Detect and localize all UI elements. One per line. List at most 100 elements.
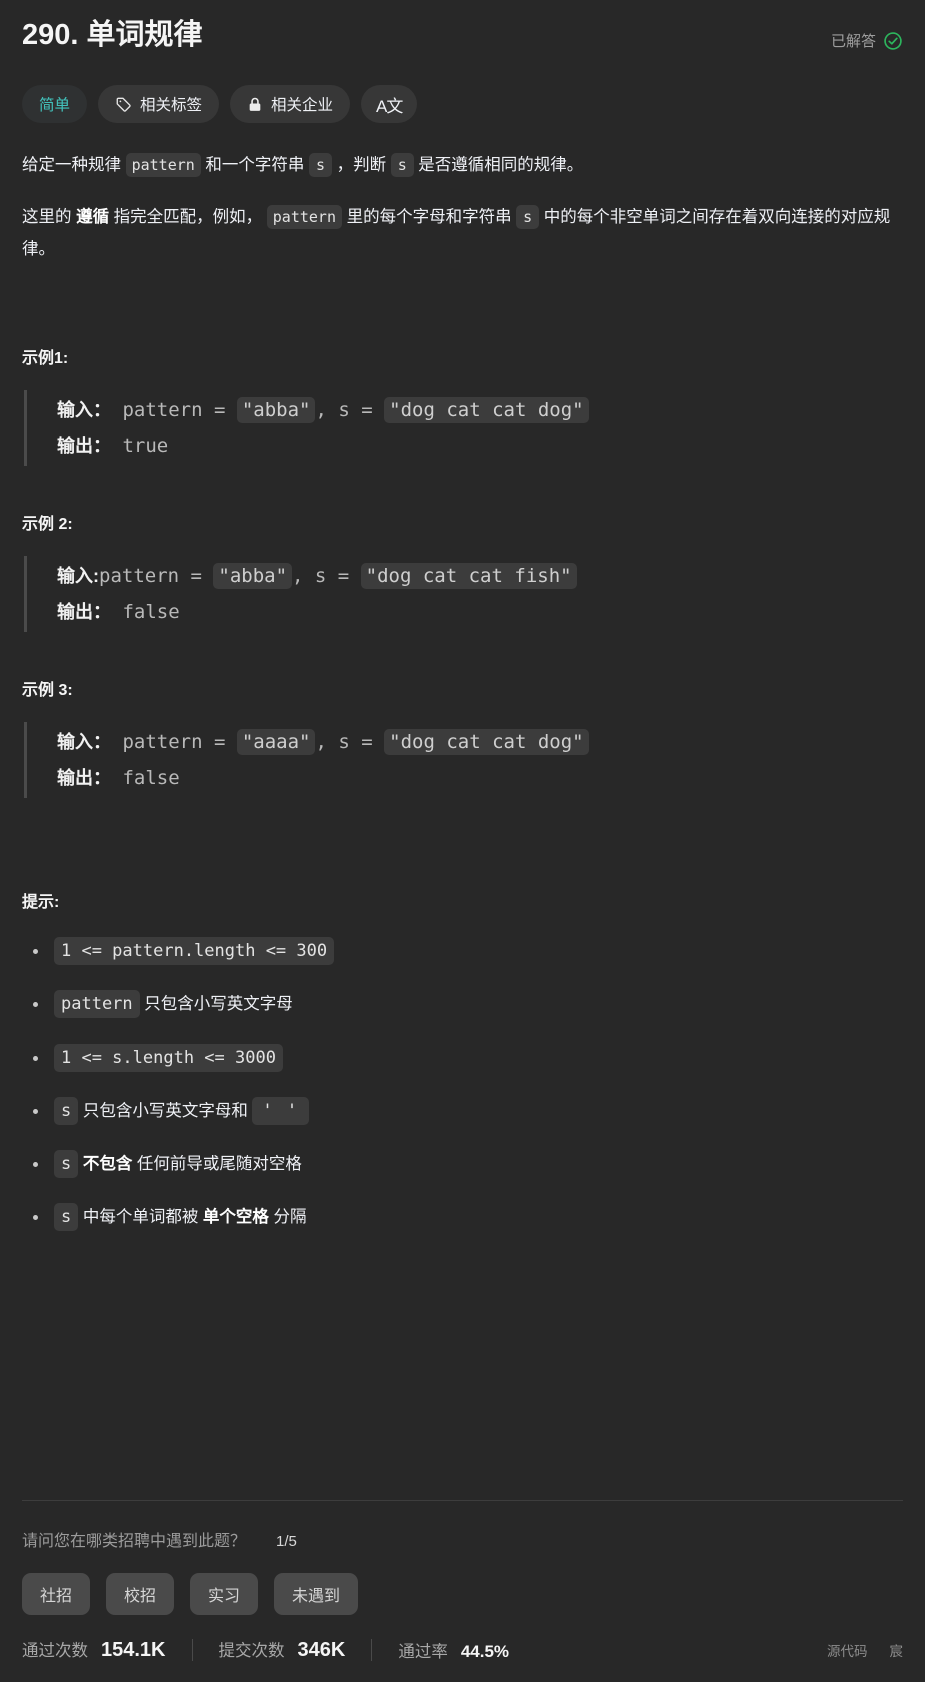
- example-block: 输入： pattern = "aaaa", s = "dog cat cat d…: [24, 722, 903, 799]
- problem-page: 290. 单词规律 已解答 简单 相关标签 相关企业 A文 给定一种规律 pat…: [0, 0, 925, 1682]
- input-mid: , s =: [315, 398, 385, 421]
- desc-text: ，判断: [332, 156, 391, 175]
- lock-icon: [247, 96, 263, 113]
- hint-text: 只包含小写英文字母和: [78, 1101, 253, 1120]
- input-label: 输入：: [57, 732, 111, 753]
- list-item: s 只包含小写英文字母和 ' ': [22, 1096, 903, 1125]
- example-block: 输入:pattern = "abba", s = "dog cat cat fi…: [24, 555, 903, 633]
- stat-accepted[interactable]: 通过次数 154.1K: [22, 1637, 166, 1662]
- difficulty-pill[interactable]: 简单: [22, 85, 88, 124]
- hint-code: s: [54, 1096, 79, 1125]
- separator: [371, 1638, 373, 1661]
- input-mid: , s =: [292, 564, 361, 587]
- survey-option-shixi[interactable]: 实习: [190, 1573, 259, 1615]
- survey-option-shezhao[interactable]: 社招: [22, 1573, 91, 1615]
- footer-stats: 通过次数 154.1K 提交次数 346K 通过率 44.5% 源代码 宸: [0, 1615, 925, 1682]
- hint-tail: 分隔: [268, 1208, 307, 1227]
- output-value: true: [111, 434, 169, 457]
- stat-label: 通过率: [398, 1642, 448, 1661]
- desc-text: 和一个字符串: [200, 156, 309, 175]
- footer-right: 源代码 宸: [827, 1640, 903, 1660]
- hint-bold: 不包含: [82, 1154, 133, 1173]
- example-output-line: 输出： false: [57, 594, 903, 630]
- survey-question-row: 请问您在哪类招聘中遇到此题？ 1/5: [22, 1527, 903, 1551]
- survey-options: 社招 校招 实习 未遇到: [22, 1573, 903, 1615]
- related-topics-label: 相关标签: [140, 97, 203, 115]
- input-pre: pattern =: [111, 731, 237, 754]
- stat-submissions[interactable]: 提交次数 346K: [219, 1637, 346, 1662]
- input-code-s: "dog cat cat dog": [384, 396, 589, 423]
- separator: [191, 1638, 193, 1661]
- list-item: s 中每个单词都被 单个空格 分隔: [22, 1203, 903, 1232]
- desc-text: 指完全匹配，例如，: [109, 208, 267, 227]
- output-label: 输出：: [57, 768, 111, 789]
- input-code-pattern: "abba": [213, 562, 293, 589]
- stat-value: 44.5%: [460, 1641, 510, 1661]
- stat-label: 通过次数: [22, 1642, 88, 1660]
- survey-section: 请问您在哪类招聘中遇到此题？ 1/5 社招 校招 实习 未遇到: [0, 1501, 925, 1615]
- input-mid: , s =: [315, 731, 385, 754]
- inline-code-pattern: pattern: [125, 153, 201, 178]
- title-row: 290. 单词规律 已解答: [22, 0, 903, 55]
- example-heading: 示例1:: [22, 349, 69, 367]
- hint-code: 1 <= s.length <= 3000: [54, 1043, 283, 1072]
- survey-option-weiyudao[interactable]: 未遇到: [274, 1573, 359, 1615]
- input-code-pattern: "aaaa": [236, 729, 316, 756]
- stat-acceptance-rate[interactable]: 通过率 44.5%: [398, 1638, 509, 1662]
- related-topics-pill[interactable]: 相关标签: [98, 85, 220, 124]
- desc-text: 给定一种规律: [22, 156, 126, 175]
- list-item: pattern 只包含小写英文字母: [22, 990, 903, 1019]
- survey-option-xiaozhao[interactable]: 校招: [106, 1573, 175, 1615]
- output-label: 输出：: [57, 435, 111, 456]
- survey-question: 请问您在哪类招聘中遇到此题？: [22, 1533, 247, 1550]
- hint-code-space: ' ': [252, 1096, 310, 1125]
- input-pre: pattern =: [111, 398, 237, 421]
- example-output-line: 输出： true: [57, 428, 903, 464]
- desc-text: 是否遵循相同的规律。: [413, 156, 584, 175]
- input-pre: pattern =: [99, 564, 214, 587]
- related-companies-pill[interactable]: 相关企业: [230, 85, 351, 124]
- description-paragraph-2: 这里的 遵循 指完全匹配，例如， pattern 里的每个字母和字符串 s 中的…: [22, 201, 903, 265]
- survey-counter: 1/5: [276, 1533, 297, 1550]
- hint-code: 1 <= pattern.length <= 300: [54, 937, 335, 966]
- status-label: 已解答: [830, 33, 876, 50]
- hint-bold: 单个空格: [202, 1208, 269, 1227]
- output-value: false: [111, 767, 180, 790]
- example-input-line: 输入： pattern = "aaaa", s = "dog cat cat d…: [57, 724, 903, 760]
- desc-text: 这里的: [22, 208, 77, 227]
- input-label: 输入：: [57, 399, 111, 420]
- list-item: 1 <= pattern.length <= 300: [22, 937, 903, 966]
- inline-code-s: s: [516, 205, 540, 230]
- input-code-s: "dog cat cat fish": [360, 562, 577, 589]
- hint-code: pattern: [54, 990, 140, 1019]
- example-output-line: 输出： false: [57, 760, 903, 796]
- stat-value: 154.1K: [101, 1639, 166, 1661]
- input-code-s: "dog cat cat dog": [384, 729, 589, 756]
- hint-code: s: [54, 1149, 79, 1178]
- translate-icon: A文: [376, 96, 403, 116]
- hint-text: 只包含小写英文字母: [139, 995, 293, 1014]
- input-code-pattern: "abba": [236, 396, 316, 423]
- hint-code: s: [54, 1203, 79, 1232]
- source-code-link[interactable]: 源代码: [827, 1640, 868, 1660]
- hint-text: 中每个单词都被: [78, 1208, 203, 1227]
- example-heading: 示例 3:: [22, 682, 73, 700]
- desc-text: 里的每个字母和字符串: [341, 208, 517, 227]
- stat-label: 提交次数: [218, 1642, 285, 1660]
- author-label[interactable]: 宸: [890, 1640, 904, 1660]
- output-value: false: [111, 600, 180, 623]
- stat-value: 346K: [297, 1639, 346, 1661]
- example-input-line: 输入： pattern = "abba", s = "dog cat cat d…: [57, 392, 903, 428]
- page-title: 290. 单词规律: [22, 19, 203, 51]
- tag-row: 简单 相关标签 相关企业 A文: [22, 85, 903, 124]
- list-item: s 不包含 任何前导或尾随对空格: [22, 1149, 903, 1178]
- hints-heading: 提示:: [22, 894, 60, 912]
- description-paragraph-1: 给定一种规律 pattern 和一个字符串 s ，判断 s 是否遵循相同的规律。: [22, 149, 903, 181]
- desc-bold: 遵循: [76, 208, 110, 227]
- hint-tail: 任何前导或尾随对空格: [132, 1154, 302, 1173]
- inline-code-s: s: [308, 153, 333, 178]
- translate-pill[interactable]: A文: [361, 85, 418, 124]
- status-badge: 已解答: [831, 16, 903, 51]
- tag-icon: [115, 96, 132, 113]
